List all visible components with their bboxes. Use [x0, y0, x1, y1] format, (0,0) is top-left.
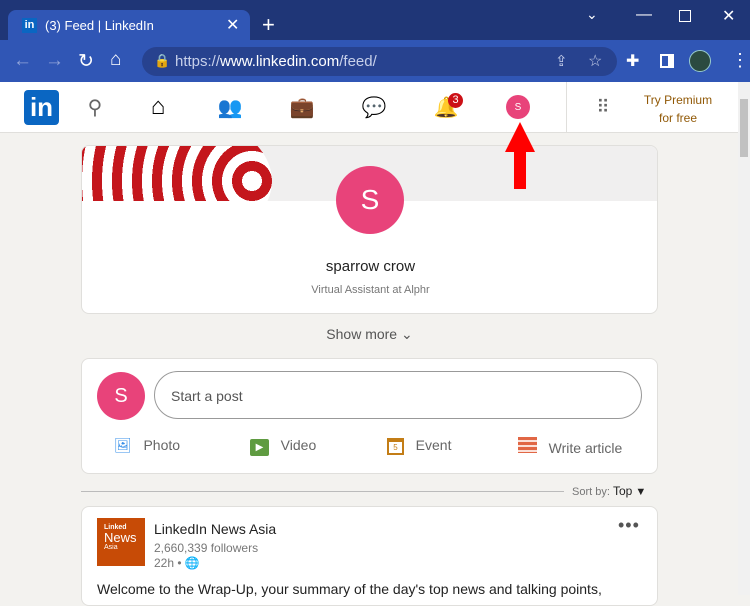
caret-down-icon: ▼: [635, 486, 647, 498]
notifications-badge: 3: [448, 93, 463, 108]
event-button[interactable]: 5 Event: [387, 437, 451, 455]
feed-post: Linked News Asia LinkedIn News Asia 2,66…: [81, 506, 658, 606]
search-icon[interactable]: ⚲: [82, 94, 108, 120]
me-avatar[interactable]: S: [506, 95, 530, 119]
write-article-label: Write article: [548, 440, 623, 456]
address-bar[interactable]: 🔒 https://www.linkedin.com/feed/ ⇪ ☆: [142, 47, 617, 76]
scrollbar-thumb[interactable]: [740, 99, 748, 157]
maximize-button[interactable]: [679, 10, 691, 22]
sort-divider: [81, 491, 564, 492]
post-followers: 2,660,339 followers: [154, 541, 259, 555]
show-more-label: Show more: [326, 326, 398, 342]
profile-avatar-icon[interactable]: [689, 50, 711, 72]
bookmark-star-icon[interactable]: ☆: [588, 51, 602, 71]
premium-line2: for free: [658, 111, 697, 125]
jobs-icon[interactable]: 💼: [289, 94, 315, 120]
post-time: 22h •: [154, 556, 182, 570]
company-logo[interactable]: Linked News Asia: [97, 518, 145, 566]
tab-search-icon[interactable]: ⌄: [586, 6, 598, 23]
extensions-icon[interactable]: ✚: [626, 51, 639, 71]
url-path: /feed/: [339, 53, 377, 70]
linkedin-logo[interactable]: in: [24, 90, 59, 125]
video-label: Video: [280, 437, 317, 453]
composer-avatar: S: [97, 372, 145, 420]
profile-headline: Virtual Assistant at Alphr: [311, 284, 430, 296]
photo-button[interactable]: 🖼 Photo: [114, 437, 180, 454]
premium-line1: Try Premium: [643, 93, 713, 107]
scrollbar[interactable]: [738, 82, 750, 595]
event-label: Event: [415, 437, 452, 453]
profile-card: S sparrow crow Virtual Assistant at Alph…: [81, 145, 658, 314]
messaging-icon[interactable]: 💬: [361, 94, 387, 120]
logo-line2: News: [104, 530, 137, 545]
tab-title: (3) Feed | LinkedIn: [45, 18, 154, 33]
lock-icon: 🔒: [154, 53, 171, 68]
start-post-input[interactable]: Start a post: [154, 371, 642, 419]
video-icon: ▶: [250, 439, 269, 456]
logo-line3: Asia: [104, 544, 118, 551]
globe-icon: 🌐: [184, 556, 200, 570]
try-premium-link[interactable]: Try Premium for free: [630, 91, 726, 127]
side-panel-icon[interactable]: [660, 54, 674, 68]
red-arrow-annotation: [505, 122, 535, 190]
photo-icon: 🖼: [114, 437, 132, 453]
menu-icon[interactable]: ⋮: [731, 50, 749, 71]
forward-icon[interactable]: →: [45, 50, 64, 72]
event-calendar-icon: 5: [387, 438, 404, 455]
nav-divider: [566, 82, 567, 133]
profile-avatar[interactable]: S: [336, 166, 404, 234]
sort-dropdown[interactable]: Sort by: Top ▼: [572, 484, 646, 498]
post-composer: S Start a post 🖼 Photo ▶ Video 5 Event W…: [81, 358, 658, 474]
show-more-button[interactable]: Show more ⌄: [81, 326, 658, 343]
browser-tab[interactable]: in (3) Feed | LinkedIn ✕: [8, 10, 250, 40]
video-button[interactable]: ▶ Video: [250, 437, 316, 456]
work-grid-icon[interactable]: ⠿: [590, 94, 616, 120]
url: https://www.linkedin.com/feed/: [175, 53, 377, 70]
close-window-button[interactable]: ✕: [722, 6, 735, 26]
url-prefix: https://: [175, 53, 221, 70]
chevron-down-icon: ⌄: [400, 326, 413, 342]
url-domain: www.linkedin.com: [220, 53, 340, 70]
post-menu-icon[interactable]: •••: [618, 515, 640, 536]
back-icon[interactable]: ←: [13, 50, 32, 72]
linkedin-favicon-icon: in: [22, 18, 37, 33]
write-article-button[interactable]: Write article: [518, 437, 622, 456]
photo-label: Photo: [143, 437, 181, 453]
post-author[interactable]: LinkedIn News Asia: [154, 521, 276, 537]
minimize-button[interactable]: —: [636, 6, 652, 24]
my-network-icon[interactable]: 👥: [217, 94, 243, 120]
sort-label: Sort by:: [572, 486, 610, 498]
close-tab-icon[interactable]: ✕: [226, 15, 239, 35]
reload-icon[interactable]: ↻: [78, 50, 94, 73]
article-icon: [518, 437, 537, 453]
new-tab-button[interactable]: +: [262, 12, 275, 38]
post-meta: 22h • 🌐: [154, 556, 200, 570]
sort-value: Top: [612, 484, 633, 498]
home-icon[interactable]: ⌂: [145, 93, 171, 120]
home-icon[interactable]: ⌂: [110, 49, 121, 71]
profile-name[interactable]: sparrow crow: [82, 258, 657, 275]
share-icon[interactable]: ⇪: [555, 52, 568, 70]
